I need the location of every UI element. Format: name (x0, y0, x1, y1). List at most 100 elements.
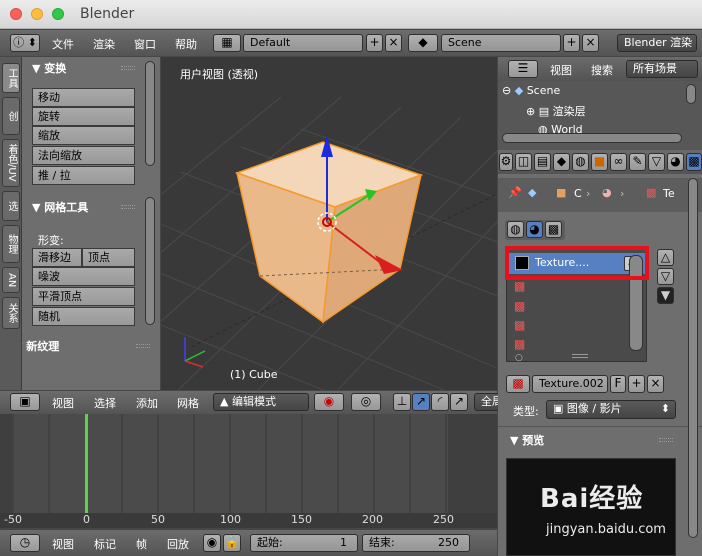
menu-search[interactable]: 搜索 (591, 62, 613, 78)
auto-keying-button[interactable]: ◉ (203, 534, 221, 552)
preview-panel-title[interactable]: ▼ 预览 (510, 432, 544, 448)
tab-modifiers[interactable]: ✎ (629, 153, 646, 171)
menu-select[interactable]: 选择 (94, 395, 116, 411)
menu-add[interactable]: 添加 (136, 395, 158, 411)
scene-icon-button[interactable]: ◆ (408, 34, 438, 52)
empty-slot-icon[interactable]: ▩ (514, 318, 525, 332)
menu-file[interactable]: 文件 (52, 36, 74, 52)
screen-layout-icon-button[interactable]: ▦ (213, 34, 241, 52)
mesh-tools-panel-title[interactable]: ▼ 网格工具 (32, 199, 88, 215)
tool-shelf-scrollbar[interactable] (145, 61, 155, 166)
current-frame-marker[interactable] (85, 414, 88, 514)
shrink-fatten-button[interactable]: 法向缩放 (32, 146, 135, 165)
scene-field[interactable]: Scene (441, 34, 561, 52)
menu-frame[interactable]: 帧 (136, 536, 147, 552)
rotate-manipulator-button[interactable]: ◜ (431, 393, 449, 411)
tab-relations[interactable]: 关系 (2, 297, 20, 329)
tab-render-layers[interactable]: ▤ (534, 153, 551, 171)
slot-specials-button[interactable]: ▼ (657, 287, 674, 304)
empty-slot-icon[interactable]: ▩ (514, 279, 525, 293)
cube-mesh[interactable] (234, 141, 424, 324)
tab-render[interactable]: ◫ (515, 153, 532, 171)
start-frame-field[interactable]: 起始: 1 (250, 534, 358, 552)
panel-grip[interactable] (121, 205, 135, 209)
tab-texture[interactable]: ▩ (686, 153, 702, 171)
editor-type-outliner-button[interactable]: ☰ (508, 60, 538, 78)
material-texture-button[interactable]: ◕ (526, 221, 543, 238)
texture-type-select[interactable]: ▣ 图像 / 影片 ⬍ (546, 400, 676, 419)
panel-grip[interactable] (136, 344, 150, 348)
manipulator-toggle[interactable]: ⊥ (393, 393, 411, 411)
tab-material[interactable]: ◕ (667, 153, 684, 171)
tab-world[interactable]: ◍ (572, 153, 589, 171)
outliner-item-scene[interactable]: ⊖ ◆ Scene (502, 84, 672, 100)
scale-manipulator-button[interactable]: ↗ (450, 393, 468, 411)
tab-data[interactable]: ▽ (648, 153, 665, 171)
smooth-vertex-button[interactable]: 平滑顶点 (32, 287, 135, 306)
remove-layout-button[interactable]: × (385, 34, 402, 52)
menu-window[interactable]: 窗口 (134, 36, 156, 52)
menu-view[interactable]: 视图 (52, 536, 74, 552)
list-resize-grip[interactable] (572, 354, 588, 358)
unlink-texture-button[interactable]: × (647, 375, 664, 393)
add-layout-button[interactable]: + (366, 34, 383, 52)
outliner-filter-select[interactable]: 所有场景 (626, 60, 698, 78)
render-engine-select[interactable]: Blender 渲染 (617, 34, 697, 52)
editor-type-info-button[interactable]: ⓘ ⬍ (10, 34, 40, 52)
world-texture-button[interactable]: ◍ (507, 221, 524, 238)
viewport-shading-button[interactable]: ◉ (314, 393, 344, 411)
remove-scene-button[interactable]: × (582, 34, 599, 52)
menu-mesh[interactable]: 网格 (177, 395, 199, 411)
move-slot-down-button[interactable]: ▽ (657, 268, 674, 285)
tab-tools[interactable]: 工具 (2, 63, 20, 93)
translate-manipulator-button[interactable]: ↗ (412, 393, 430, 411)
menu-marker[interactable]: 标记 (94, 536, 116, 552)
add-scene-button[interactable]: + (563, 34, 580, 52)
noise-button[interactable]: 噪波 (32, 267, 135, 286)
menu-render[interactable]: 渲染 (93, 36, 115, 52)
tab-animation[interactable]: AN (2, 267, 20, 293)
slide-vertex-button[interactable]: 顶点 (82, 248, 135, 267)
viewport-canvas[interactable] (161, 57, 497, 390)
other-texture-button[interactable]: ▩ (545, 221, 562, 238)
move-slot-up-button[interactable]: △ (657, 249, 674, 266)
tab-grease-pencil[interactable]: 物理 (2, 225, 20, 263)
new-texture-button[interactable]: + (628, 375, 645, 393)
close-window-button[interactable] (10, 8, 22, 20)
transform-panel-title[interactable]: ▼ 变换 (32, 60, 66, 76)
empty-slot-icon[interactable]: ▩ (514, 299, 525, 313)
browse-texture-button[interactable]: ▩ (506, 375, 530, 393)
editor-type-properties-button[interactable]: ⚙ (499, 153, 513, 171)
screen-layout-field[interactable]: Default (243, 34, 363, 52)
rotate-button[interactable]: 旋转 (32, 107, 135, 126)
tab-shading-uv[interactable]: 着色/UV (2, 139, 20, 187)
randomize-button[interactable]: 随机 (32, 307, 135, 326)
menu-view[interactable]: 视图 (52, 395, 74, 411)
tab-object[interactable]: ■ (591, 153, 608, 171)
panel-grip[interactable] (121, 66, 135, 70)
texture-name-field[interactable]: Texture.002 (532, 375, 608, 393)
tab-options[interactable]: 选 (2, 191, 20, 221)
outliner[interactable]: ⊖ ◆ Scene ⊕ ▤ 渲染层 ◍ World (498, 81, 702, 150)
tab-constraints[interactable]: ∞ (610, 153, 627, 171)
editor-type-timeline-button[interactable]: ◷ (10, 534, 40, 552)
menu-help[interactable]: 帮助 (175, 36, 197, 52)
lock-range-button[interactable]: 🔒 (223, 534, 241, 552)
tool-shelf-scrollbar-2[interactable] (145, 197, 155, 325)
menu-playback[interactable]: 回放 (167, 536, 189, 552)
timeline-editor[interactable]: -50 0 50 100 150 200 250 (0, 414, 497, 528)
outliner-scrollbar[interactable] (686, 84, 696, 104)
zoom-window-button[interactable] (52, 8, 64, 20)
outliner-item-render-layers[interactable]: ⊕ ▤ 渲染层 (526, 103, 676, 119)
scale-button[interactable]: 缩放 (32, 126, 135, 145)
mode-select[interactable]: ▲ 编辑模式 (213, 393, 309, 411)
tab-create[interactable]: 创 (2, 97, 20, 135)
fake-user-button[interactable]: F (610, 375, 626, 393)
3d-viewport[interactable]: 用户视图 (透视) (1) Cube (161, 57, 497, 390)
slide-edge-button[interactable]: 滑移边 (32, 248, 82, 267)
minimize-window-button[interactable] (31, 8, 43, 20)
editor-type-3d-button[interactable]: ▣ (10, 393, 40, 411)
menu-view[interactable]: 视图 (550, 62, 572, 78)
empty-slot-icon[interactable]: ▩ (514, 337, 525, 351)
panel-grip[interactable] (659, 438, 673, 442)
